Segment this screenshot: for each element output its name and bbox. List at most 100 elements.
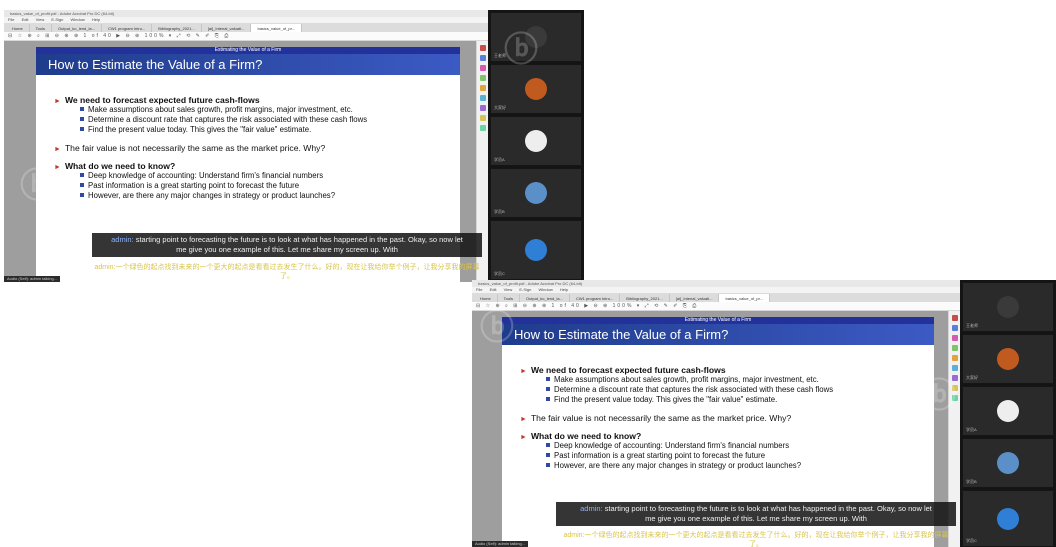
participant-name: 王老师 (966, 323, 978, 328)
live-caption: admin: starting point to forecasting the… (556, 502, 956, 526)
tab-tools[interactable]: Tools (498, 294, 521, 302)
tool-icon[interactable] (479, 125, 486, 131)
status-bar: Audio (Self): admin talking... (472, 541, 529, 547)
avatar (997, 452, 1019, 474)
caption-line-1: starting point to forecasting the future… (133, 235, 463, 244)
participant-name: 学员B (966, 479, 977, 484)
tool-icon[interactable] (479, 65, 486, 71)
tab-doc-3[interactable]: Bibliography_2021... (152, 24, 202, 32)
slide-header: Estimating the Value of a Firm (36, 47, 460, 54)
menu-esign[interactable]: E-Sign (519, 287, 531, 292)
tool-icon[interactable] (951, 335, 958, 341)
tool-icon[interactable] (479, 95, 486, 101)
avatar (525, 78, 547, 100)
square-bullet-icon (546, 377, 550, 381)
tab-bar: Home Tools Output_ko_lend_la... CW1 prog… (4, 23, 488, 32)
participant-tile[interactable]: 学员B (490, 168, 582, 218)
menu-help[interactable]: Help (560, 287, 568, 292)
arrow-icon: ► (520, 368, 527, 375)
sub-item: Deep knowledge of accounting: Understand… (80, 171, 460, 181)
slide-title: How to Estimate the Value of a Firm? (36, 54, 460, 75)
tab-doc-active[interactable]: basics_value_of_pr... (251, 24, 303, 32)
participant-name: 学员B (494, 209, 505, 214)
participant-tile[interactable]: 学员B (962, 438, 1054, 488)
tab-doc-4[interactable]: [ai]_Intenal_valuati... (670, 294, 720, 302)
tool-icon[interactable] (479, 115, 486, 121)
menu-window[interactable]: Window (70, 17, 84, 22)
participant-tile[interactable]: 学员C (490, 220, 582, 280)
tool-icon[interactable] (951, 365, 958, 371)
avatar (997, 507, 1019, 530)
slide-header: Estimating the Value of a Firm (502, 317, 934, 324)
square-bullet-icon (80, 173, 84, 177)
tab-tools[interactable]: Tools (30, 24, 53, 32)
menu-help[interactable]: Help (92, 17, 100, 22)
square-bullet-icon (80, 127, 84, 131)
avatar (525, 239, 547, 261)
tab-doc-active[interactable]: basics_value_of_pr... (719, 294, 771, 302)
caption-line-1: starting point to forecasting the future… (602, 504, 932, 513)
avatar (997, 348, 1019, 370)
status-bar: Audio (Self): admin talking... (4, 276, 61, 282)
menu-view[interactable]: View (36, 17, 45, 22)
toolbar[interactable]: ⊟ ☆ ⊕ ⌕ ⊞ ⊖ ⊕ ⊕ 1 of 40 ▶ ⊖ ⊕ 100% ▾ ⤢ ⟲… (4, 32, 488, 41)
tab-doc-3[interactable]: Bibliography_2021... (620, 294, 670, 302)
arrow-icon: ► (54, 146, 61, 153)
square-bullet-icon (546, 463, 550, 467)
menu-file[interactable]: File (476, 287, 482, 292)
menu-esign[interactable]: E-Sign (51, 17, 63, 22)
screenshot-top: basics_value_of_profit.pdf - Adobe Acrob… (4, 10, 584, 282)
sub-item: Find the present value today. This gives… (80, 125, 460, 135)
tool-icon[interactable] (479, 105, 486, 111)
avatar (997, 296, 1019, 318)
participant-name: 学员A (966, 427, 977, 432)
tab-doc-2[interactable]: CW1 program Intro... (570, 294, 621, 302)
square-bullet-icon (546, 387, 550, 391)
tool-icon[interactable] (479, 75, 486, 81)
participant-name: 大家好 (966, 375, 978, 380)
arrow-icon: ► (520, 434, 527, 441)
caption-speaker: admin: (580, 504, 603, 513)
tool-icon[interactable] (951, 315, 958, 321)
square-bullet-icon (80, 193, 84, 197)
tab-doc-2[interactable]: CW1 program Intro... (102, 24, 153, 32)
window-title: basics_value_of_profit.pdf - Adobe Acrob… (472, 280, 960, 287)
menu-window[interactable]: Window (538, 287, 552, 292)
participant-tile[interactable]: 学员C (962, 490, 1054, 547)
square-bullet-icon (80, 107, 84, 111)
participant-tile[interactable]: 王老师 (490, 12, 582, 62)
participant-tile[interactable]: 学员A (962, 386, 1054, 436)
menu-file[interactable]: File (8, 17, 14, 22)
tab-doc-1[interactable]: Output_ko_lend_la... (520, 294, 570, 302)
participant-panel: 王老师 大家好 学员A 学员B 学员C (960, 280, 1056, 547)
toolbar[interactable]: ⊟ ☆ ⊕ ⌕ ⊞ ⊖ ⊕ ⊕ 1 of 40 ▶ ⊖ ⊕ 100% ▾ ⤢ ⟲… (472, 302, 960, 311)
sub-item: Make assumptions about sales growth, pro… (80, 105, 460, 115)
tool-icon[interactable] (479, 45, 486, 51)
tab-doc-4[interactable]: [ai]_Intenal_valuati... (202, 24, 252, 32)
participant-tile[interactable]: 大家好 (962, 334, 1054, 384)
tab-doc-1[interactable]: Output_ko_lend_la... (52, 24, 102, 32)
menu-edit[interactable]: Edit (22, 17, 29, 22)
menu-edit[interactable]: Edit (490, 287, 497, 292)
participant-tile[interactable]: 大家好 (490, 64, 582, 114)
tool-icon[interactable] (951, 385, 958, 391)
participant-name: 大家好 (494, 105, 506, 110)
menu-view[interactable]: View (504, 287, 513, 292)
tool-icon[interactable] (951, 375, 958, 381)
participant-tile[interactable]: 学员A (490, 116, 582, 166)
square-bullet-icon (546, 397, 550, 401)
tool-icon[interactable] (951, 355, 958, 361)
tab-home[interactable]: Home (6, 24, 30, 32)
caption-translation: admin:一个绿色的起点找到未来的一个更大的起点是看看过去发生了什么。好的，现… (563, 532, 949, 547)
tool-icon[interactable] (951, 325, 958, 331)
participant-tile[interactable]: 王老师 (962, 282, 1054, 332)
tool-icon[interactable] (479, 55, 486, 61)
square-bullet-icon (546, 453, 550, 457)
avatar (997, 400, 1019, 422)
tab-home[interactable]: Home (474, 294, 498, 302)
tool-icon[interactable] (951, 395, 958, 401)
tool-icon[interactable] (951, 345, 958, 351)
arrow-icon: ► (520, 416, 527, 423)
tool-icon[interactable] (479, 85, 486, 91)
participant-name: 学员C (494, 271, 505, 276)
